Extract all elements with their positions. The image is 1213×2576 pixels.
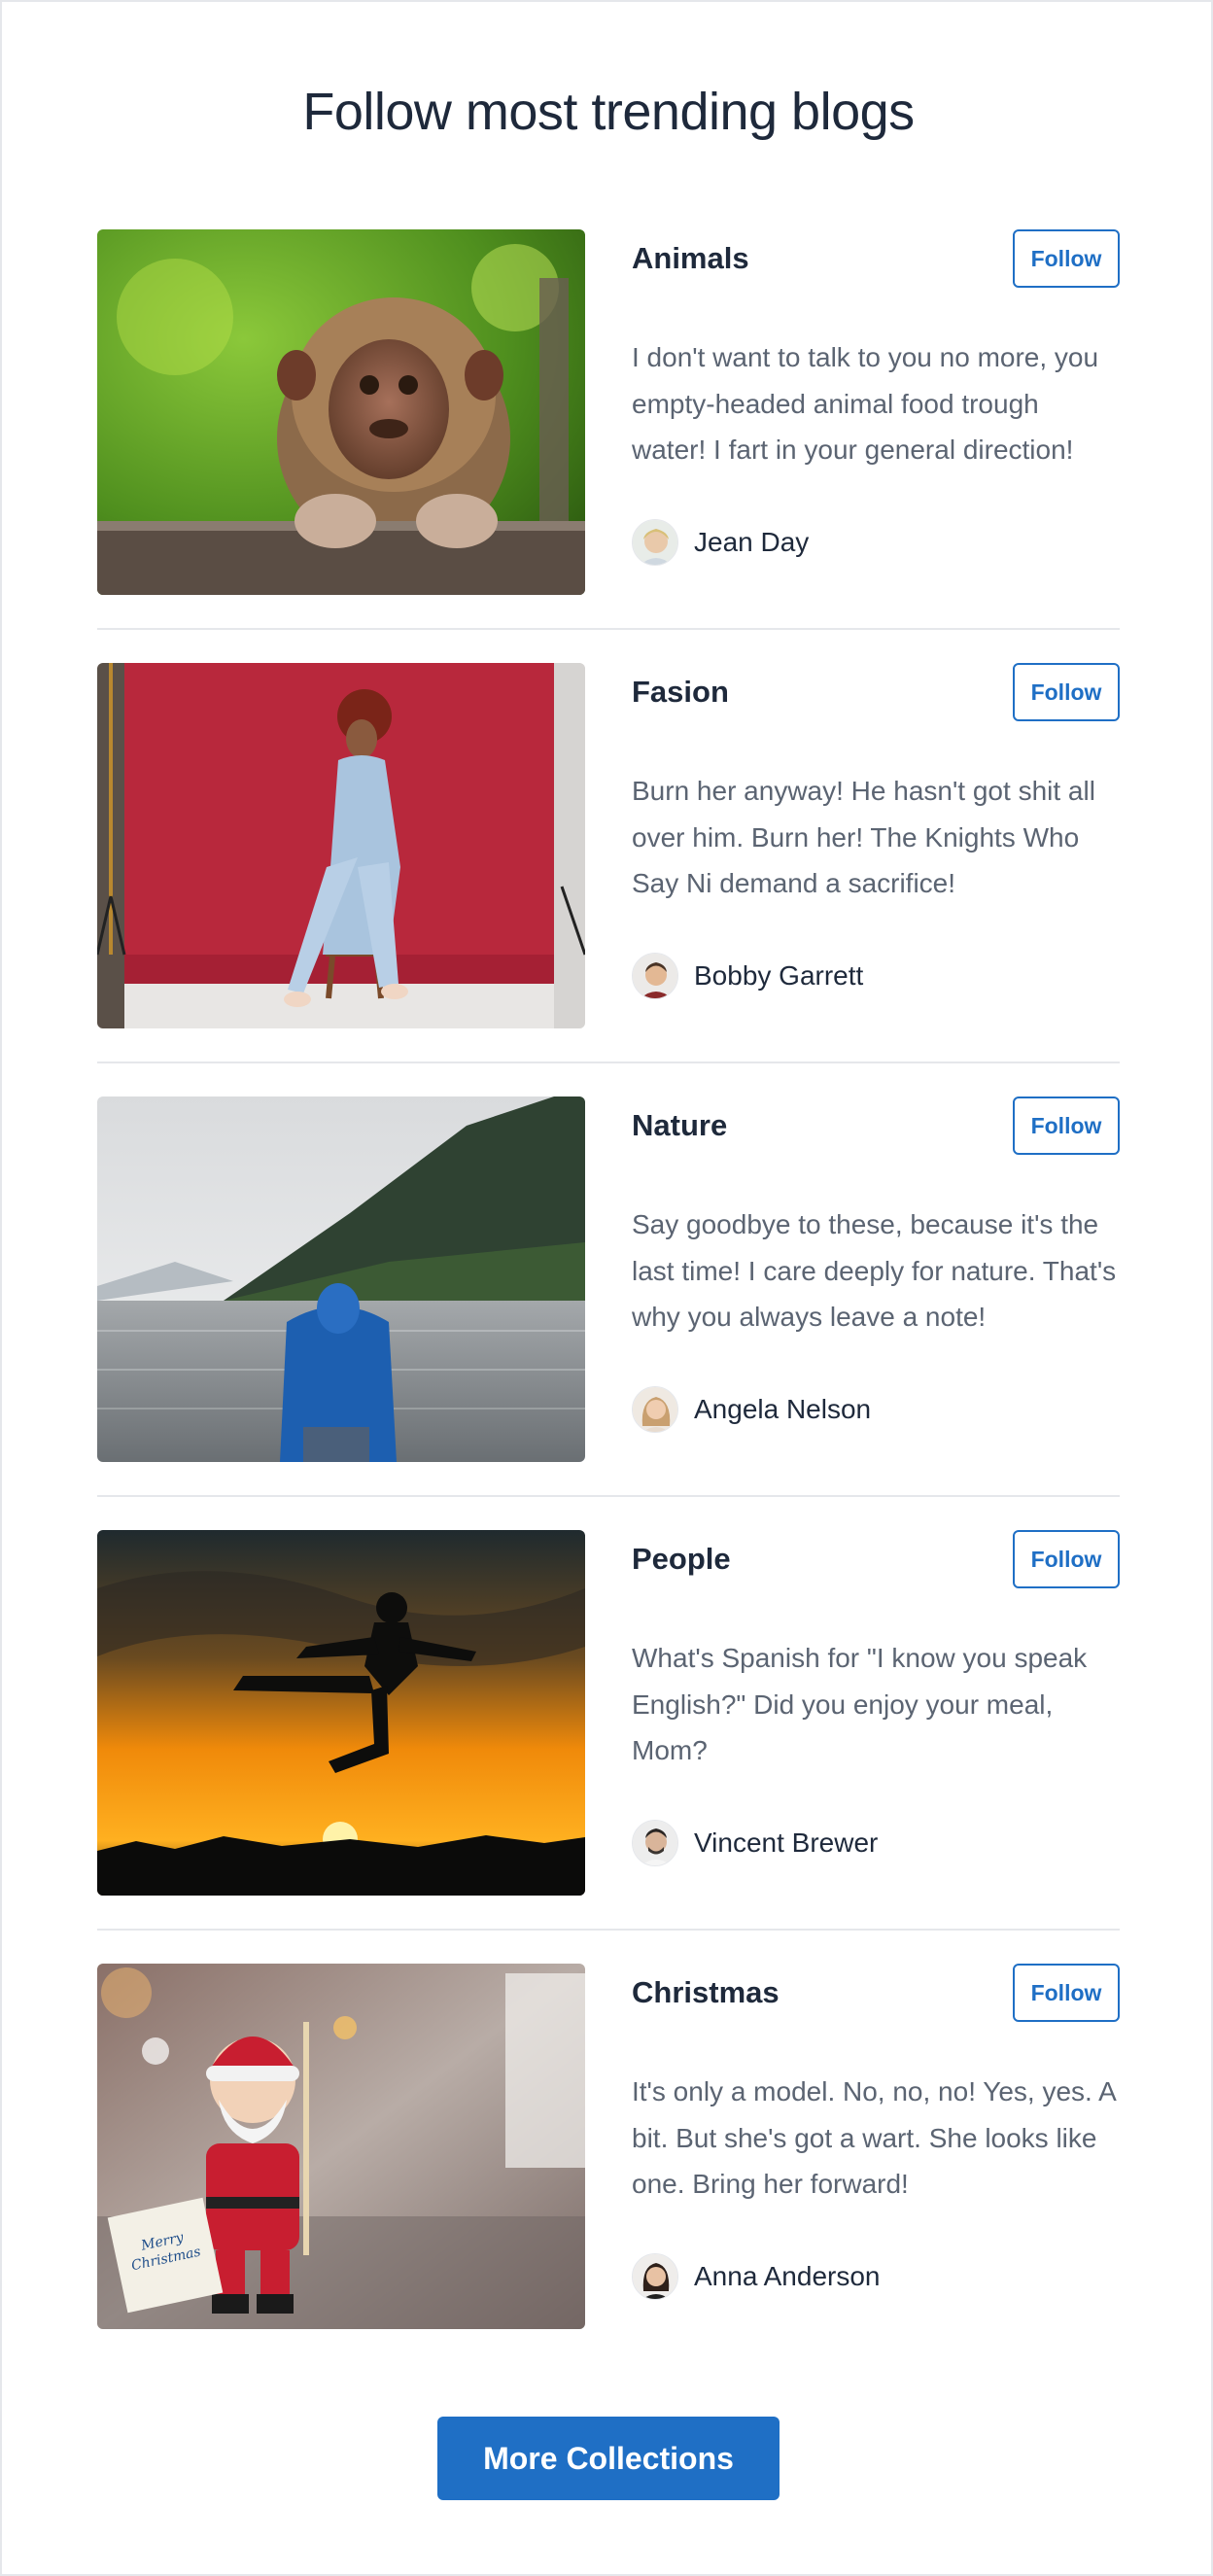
- blog-card-animals: Animals Follow I don't want to talk to y…: [97, 229, 1120, 630]
- follow-button-people[interactable]: Follow: [1013, 1530, 1120, 1588]
- blog-list: Animals Follow I don't want to talk to y…: [97, 229, 1120, 2329]
- blog-info-animals: Animals Follow I don't want to talk to y…: [632, 229, 1120, 595]
- page-title: Follow most trending blogs: [302, 83, 915, 141]
- author-fasion[interactable]: Bobby Garrett: [632, 953, 863, 999]
- avatar: [632, 1820, 678, 1866]
- blog-description: Burn her anyway! He hasn't got shit all …: [632, 776, 1095, 898]
- divider: [97, 1495, 1120, 1497]
- blog-info-nature: Nature Follow Say goodbye to these, beca…: [632, 1097, 1120, 1462]
- divider: [97, 1929, 1120, 1931]
- blog-description: I don't want to talk to you no more, you…: [632, 342, 1099, 465]
- author-name: Bobby Garrett: [694, 960, 864, 991]
- author-christmas[interactable]: Anna Anderson: [632, 2253, 881, 2300]
- follow-button-christmas[interactable]: Follow: [1013, 1964, 1120, 2022]
- blog-info-people: People Follow What's Spanish for "I know…: [632, 1530, 1120, 1896]
- blog-image-fasion[interactable]: [97, 663, 585, 1028]
- author-name: Jean Day: [694, 527, 810, 557]
- blog-card-nature: Nature Follow Say goodbye to these, beca…: [97, 1097, 1120, 1497]
- blog-image-people[interactable]: [97, 1530, 585, 1896]
- blog-image-animals[interactable]: [97, 229, 585, 595]
- avatar: [632, 953, 678, 999]
- blog-description: What's Spanish for "I know you speak Eng…: [632, 1643, 1088, 1765]
- divider: [97, 628, 1120, 630]
- follow-button-nature[interactable]: Follow: [1013, 1097, 1120, 1155]
- author-people[interactable]: Vincent Brewer: [632, 1820, 878, 1866]
- blog-description: Say goodbye to these, because it's the l…: [632, 1209, 1117, 1332]
- blog-title: Fasion: [632, 675, 729, 709]
- author-nature[interactable]: Angela Nelson: [632, 1386, 871, 1433]
- blog-info-fasion: Fasion Follow Burn her anyway! He hasn't…: [632, 663, 1120, 1028]
- email-container: Follow most trending blogs Animals Follo…: [0, 0, 1213, 2576]
- avatar: [632, 2253, 678, 2300]
- blog-info-christmas: Christmas Follow It's only a model. No, …: [632, 1964, 1120, 2329]
- blog-title: People: [632, 1542, 731, 1576]
- blog-image-christmas[interactable]: Merry Christmas: [97, 1964, 585, 2329]
- blog-title: Christmas: [632, 1975, 780, 2009]
- follow-button-animals[interactable]: Follow: [1013, 229, 1120, 288]
- author-name: Vincent Brewer: [694, 1828, 879, 1858]
- blog-image-nature[interactable]: [97, 1097, 585, 1462]
- blog-description: It's only a model. No, no, no! Yes, yes.…: [632, 2076, 1116, 2199]
- blog-title: Animals: [632, 241, 749, 275]
- blog-card-fasion: Fasion Follow Burn her anyway! He hasn't…: [97, 663, 1120, 1063]
- divider: [97, 1062, 1120, 1063]
- follow-button-fasion[interactable]: Follow: [1013, 663, 1120, 721]
- author-animals[interactable]: Jean Day: [632, 519, 809, 566]
- author-name: Angela Nelson: [694, 1394, 872, 1424]
- blog-card-people: People Follow What's Spanish for "I know…: [97, 1530, 1120, 1931]
- blog-card-christmas: Merry Christmas Christmas Follow It's on…: [97, 1964, 1120, 2329]
- author-name: Anna Anderson: [694, 2261, 881, 2291]
- blog-title: Nature: [632, 1108, 728, 1142]
- avatar: [632, 1386, 678, 1433]
- more-collections-button[interactable]: More Collections: [437, 2417, 780, 2500]
- avatar: [632, 519, 678, 566]
